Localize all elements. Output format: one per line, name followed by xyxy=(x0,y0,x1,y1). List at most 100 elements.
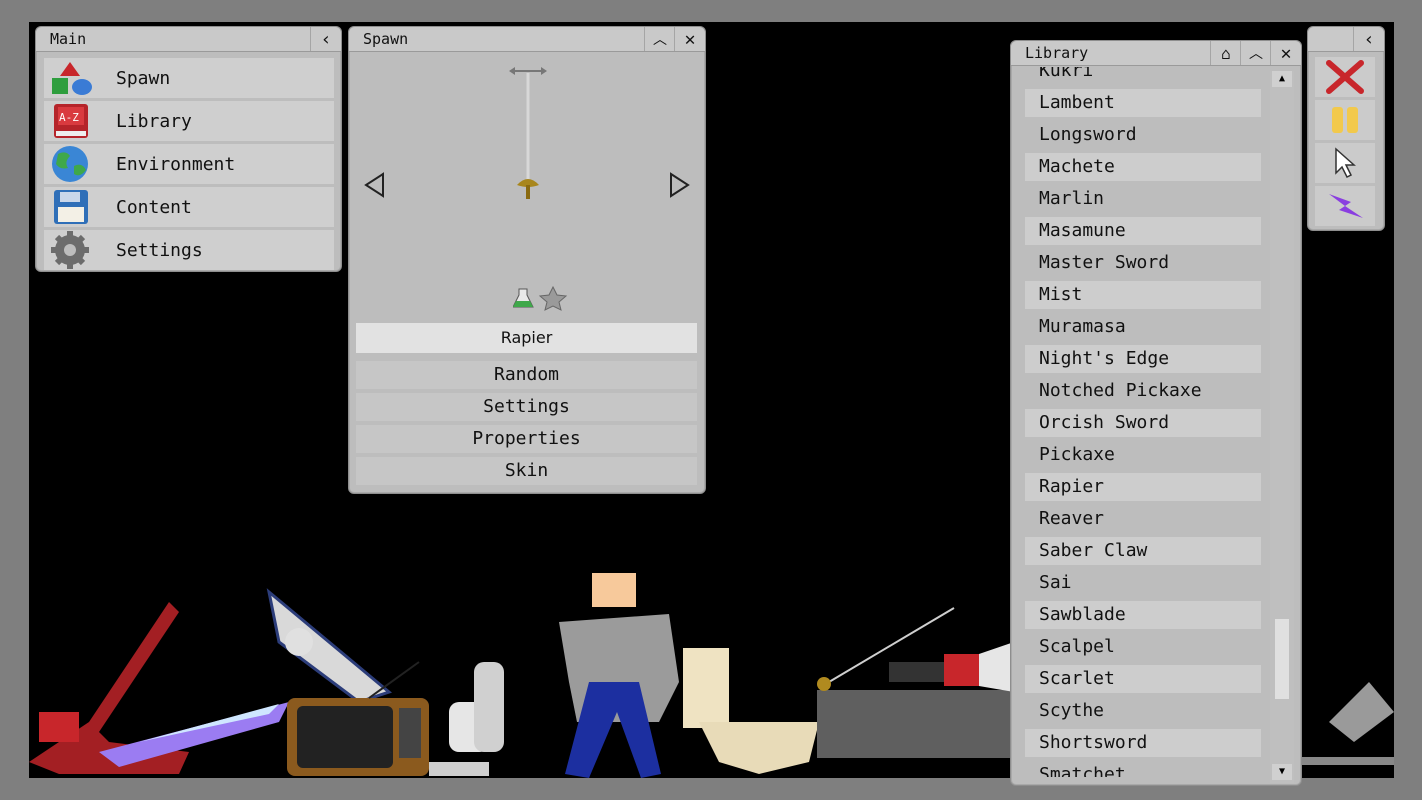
library-item[interactable]: Marlin xyxy=(1025,185,1261,213)
chevron-up-icon: ︿ xyxy=(653,32,667,48)
library-item[interactable]: Shortsword xyxy=(1025,729,1261,757)
triangle-left-icon xyxy=(364,172,384,198)
scrollbar[interactable]: ▲ ▼ xyxy=(1270,71,1294,783)
rapier-hilt xyxy=(817,677,831,691)
skin-button[interactable]: Skin xyxy=(356,457,697,485)
library-item[interactable]: Scythe xyxy=(1025,697,1261,725)
library-item[interactable]: Sai xyxy=(1025,569,1261,597)
menu-item-label: Environment xyxy=(116,153,236,175)
shapes-icon xyxy=(44,58,96,98)
collapse-button[interactable]: ‹ xyxy=(310,27,341,51)
collapse-button[interactable]: ‹ xyxy=(1353,27,1384,51)
library-item[interactable]: Saber Claw xyxy=(1025,537,1261,565)
triangle-up-icon: ▲ xyxy=(1278,73,1286,84)
scroll-down-button[interactable]: ▼ xyxy=(1272,764,1292,780)
spawn-title: Spawn xyxy=(363,30,409,48)
next-item-button[interactable] xyxy=(667,171,691,199)
library-titlebar[interactable]: Library ⌂ ︿ ✕ xyxy=(1011,41,1301,66)
library-item[interactable]: Night's Edge xyxy=(1025,345,1261,373)
menu-item-settings[interactable]: Settings xyxy=(44,230,334,270)
cursor-icon xyxy=(1335,147,1356,179)
svg-text:A-Z: A-Z xyxy=(59,111,79,124)
menu-item-environment[interactable]: Environment xyxy=(44,144,334,184)
flask-icon xyxy=(512,288,534,308)
minimize-button[interactable]: ︿ xyxy=(1240,41,1271,65)
close-button[interactable]: ✕ xyxy=(1270,41,1301,65)
close-button[interactable]: ✕ xyxy=(674,27,705,51)
home-icon: ⌂ xyxy=(1221,43,1231,63)
item-preview[interactable] xyxy=(499,61,559,211)
library-item[interactable]: Rapier xyxy=(1025,473,1261,501)
menu-item-label: Content xyxy=(116,196,192,218)
pause-button[interactable] xyxy=(1315,100,1375,140)
library-item[interactable]: Mist xyxy=(1025,281,1261,309)
chevron-up-icon: ︿ xyxy=(1249,46,1263,62)
menu-item-content[interactable]: Content xyxy=(44,187,334,227)
library-item[interactable]: Masamune xyxy=(1025,217,1261,245)
scroll-up-button[interactable]: ▲ xyxy=(1272,71,1292,87)
desk-fan-icon xyxy=(429,662,504,776)
library-item[interactable]: Sawblade xyxy=(1025,601,1261,629)
library-item[interactable]: Machete xyxy=(1025,153,1261,181)
library-item[interactable]: Kukri xyxy=(1025,67,1261,85)
gear-icon xyxy=(44,230,96,270)
library-panel: Library ⌂ ︿ ✕ Kukri Lambent Longsword Mache… xyxy=(1010,40,1302,786)
close-icon: ✕ xyxy=(1280,42,1292,64)
close-icon: ✕ xyxy=(684,28,696,50)
rapier-preview-icon xyxy=(509,67,547,199)
minimize-button[interactable]: ︿ xyxy=(644,27,675,51)
fan-umbrella-icon xyxy=(266,588,393,704)
library-item[interactable]: Muramasa xyxy=(1025,313,1261,341)
properties-button[interactable]: Properties xyxy=(356,425,697,453)
menu-item-label: Spawn xyxy=(116,67,171,89)
library-item[interactable]: Notched Pickaxe xyxy=(1025,377,1261,405)
ragdoll-human-icon xyxy=(559,573,679,778)
menu-item-label: Library xyxy=(116,110,192,132)
pause-icon xyxy=(1332,107,1358,133)
menu-item-spawn[interactable]: Spawn xyxy=(44,58,334,98)
selected-item-name: Rapier xyxy=(356,323,697,353)
crystal-sword-icon xyxy=(99,702,289,767)
toilet-icon xyxy=(683,648,819,774)
star-icon xyxy=(538,285,568,311)
lightning-icon xyxy=(1329,194,1363,218)
close-x-icon xyxy=(1326,60,1364,94)
settings-button[interactable]: Settings xyxy=(356,393,697,421)
spawn-panel: Spawn ︿ ✕ Rapier Random Settings Propert… xyxy=(348,26,706,494)
library-item[interactable]: Orcish Sword xyxy=(1025,409,1261,437)
triangle-right-icon xyxy=(670,172,690,198)
library-item[interactable]: Lambent xyxy=(1025,89,1261,117)
main-titlebar[interactable]: Main ‹ xyxy=(36,27,341,52)
main-title: Main xyxy=(50,30,87,48)
robot-arm-icon xyxy=(889,642,1014,692)
random-button[interactable]: Random xyxy=(356,361,697,389)
spawn-titlebar[interactable]: Spawn ︿ ✕ xyxy=(349,27,705,52)
library-item[interactable]: Scarlet xyxy=(1025,665,1261,693)
library-item[interactable]: Reaver xyxy=(1025,505,1261,533)
clear-button[interactable] xyxy=(1315,57,1375,97)
triangle-down-icon: ▼ xyxy=(1278,766,1286,777)
globe-icon xyxy=(44,144,96,184)
tools-titlebar[interactable]: ‹ xyxy=(1308,27,1384,52)
library-item[interactable]: Scalpel xyxy=(1025,633,1261,661)
select-tool-button[interactable] xyxy=(1315,143,1375,183)
book-icon: A-Z xyxy=(44,101,96,141)
menu-item-library[interactable]: A-Z Library xyxy=(44,101,334,141)
library-item[interactable]: Master Sword xyxy=(1025,249,1261,277)
chevron-left-icon: ‹ xyxy=(1363,28,1375,50)
prev-item-button[interactable] xyxy=(363,171,387,199)
item-tags xyxy=(512,285,573,315)
menu-item-label: Settings xyxy=(116,239,203,261)
library-list[interactable]: Kukri Lambent Longsword Machete Marlin Masamu… xyxy=(1025,67,1261,777)
main-panel: Main ‹ Spawn A-Z Library Environment Con… xyxy=(35,26,342,272)
library-item[interactable]: Pickaxe xyxy=(1025,441,1261,469)
home-button[interactable]: ⌂ xyxy=(1210,41,1241,65)
scroll-thumb[interactable] xyxy=(1275,619,1289,699)
axe-icon xyxy=(1299,682,1394,765)
floppy-disk-icon xyxy=(44,187,96,227)
library-item[interactable]: Smatchet xyxy=(1025,761,1261,777)
library-title: Library xyxy=(1025,44,1089,62)
power-tool-button[interactable] xyxy=(1315,186,1375,226)
chevron-left-icon: ‹ xyxy=(320,28,332,50)
library-item[interactable]: Longsword xyxy=(1025,121,1261,149)
